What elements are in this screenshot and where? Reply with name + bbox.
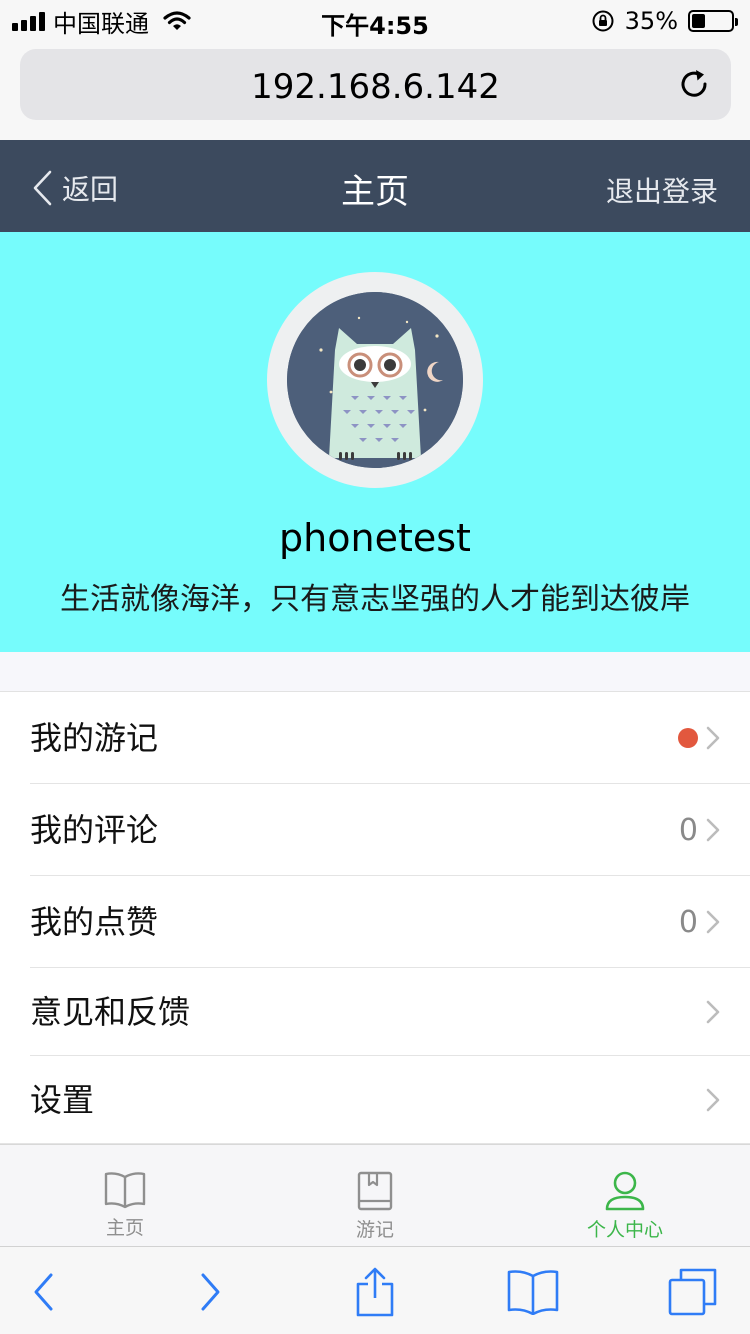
battery-level-fill bbox=[692, 14, 706, 28]
menu-item-accessory bbox=[678, 692, 720, 784]
tab-home[interactable]: 主页 bbox=[0, 1145, 250, 1247]
bookmark-book-icon bbox=[357, 1171, 393, 1211]
menu-item-accessory bbox=[706, 1056, 720, 1144]
bookmarks-icon bbox=[507, 1270, 559, 1315]
chevron-right-icon bbox=[706, 910, 720, 934]
menu-item-accessory: 0 bbox=[679, 784, 720, 876]
battery-icon bbox=[688, 10, 738, 32]
avatar[interactable] bbox=[287, 292, 463, 468]
user-motto: 生活就像海洋，只有意志坚强的人才能到达彼岸 bbox=[60, 582, 690, 617]
battery-percent: 35% bbox=[624, 7, 678, 35]
like-count: 0 bbox=[678, 904, 698, 940]
menu-list: 我的游记 我的评论 0 我的点赞 0 意见和反馈 设置 bbox=[0, 692, 750, 1144]
logout-button[interactable]: 退出登录 bbox=[606, 170, 718, 210]
forward-arrow-icon bbox=[201, 1273, 220, 1311]
tabs-button[interactable] bbox=[666, 1265, 720, 1319]
browser-toolbar bbox=[0, 1246, 750, 1334]
reload-icon[interactable] bbox=[677, 67, 713, 103]
address-bar[interactable]: 192.168.6.142 bbox=[20, 49, 731, 120]
tab-label: 个人中心 bbox=[586, 1219, 663, 1241]
orientation-lock-icon bbox=[592, 10, 614, 32]
chevron-right-icon bbox=[706, 1088, 720, 1112]
menu-item-my-travelogues[interactable]: 我的游记 bbox=[0, 692, 750, 784]
back-arrow-button[interactable] bbox=[16, 1265, 70, 1319]
menu-item-my-likes[interactable]: 我的点赞 0 bbox=[0, 876, 750, 968]
menu-item-my-comments[interactable]: 我的评论 0 bbox=[0, 784, 750, 876]
browser-address-area: 192.168.6.142 bbox=[0, 40, 750, 140]
open-book-icon bbox=[104, 1172, 146, 1209]
profile-header: phonetest 生活就像海洋，只有意志坚强的人才能到达彼岸 bbox=[0, 232, 750, 652]
menu-item-accessory bbox=[706, 968, 720, 1056]
tab-label: 主页 bbox=[105, 1217, 144, 1239]
forward-arrow-button[interactable] bbox=[184, 1265, 238, 1319]
url-text[interactable]: 192.168.6.142 bbox=[20, 67, 731, 107]
menu-item-label: 意见和反馈 bbox=[30, 993, 191, 1031]
username: phonetest bbox=[279, 516, 471, 560]
tab-label: 游记 bbox=[355, 1219, 394, 1241]
menu-item-settings[interactable]: 设置 bbox=[0, 1056, 750, 1144]
nav-header: 返回 主页 退出登录 bbox=[0, 140, 750, 232]
share-button[interactable] bbox=[348, 1265, 402, 1319]
menu-item-label: 我的游记 bbox=[30, 719, 159, 757]
chevron-right-icon bbox=[706, 818, 720, 842]
tab-personal-center[interactable]: 个人中心 bbox=[500, 1145, 750, 1247]
bookmarks-button[interactable] bbox=[506, 1265, 560, 1319]
menu-item-accessory: 0 bbox=[679, 876, 720, 968]
menu-item-label: 我的点赞 bbox=[30, 903, 159, 941]
owl-avatar-icon bbox=[287, 292, 463, 468]
menu-item-label: 设置 bbox=[30, 1081, 95, 1119]
unread-dot-badge bbox=[678, 728, 698, 748]
share-icon bbox=[356, 1267, 394, 1317]
status-right: 35% bbox=[591, 6, 738, 36]
menu-item-label: 我的评论 bbox=[30, 811, 159, 849]
bottom-tab-bar: 主页 游记 个人中心 bbox=[0, 1144, 750, 1246]
comment-count: 0 bbox=[678, 812, 698, 848]
chevron-right-icon bbox=[706, 1000, 720, 1024]
menu-item-feedback[interactable]: 意见和反馈 bbox=[0, 968, 750, 1056]
person-icon bbox=[605, 1171, 645, 1211]
tabs-icon bbox=[668, 1268, 717, 1316]
section-divider bbox=[0, 652, 750, 692]
back-arrow-icon bbox=[34, 1273, 53, 1311]
tab-travelogues[interactable]: 游记 bbox=[250, 1145, 500, 1247]
status-bar: 中国联通 下午4:55 35% bbox=[0, 0, 750, 40]
chevron-right-icon bbox=[706, 726, 720, 750]
avatar-ring[interactable] bbox=[267, 272, 483, 488]
